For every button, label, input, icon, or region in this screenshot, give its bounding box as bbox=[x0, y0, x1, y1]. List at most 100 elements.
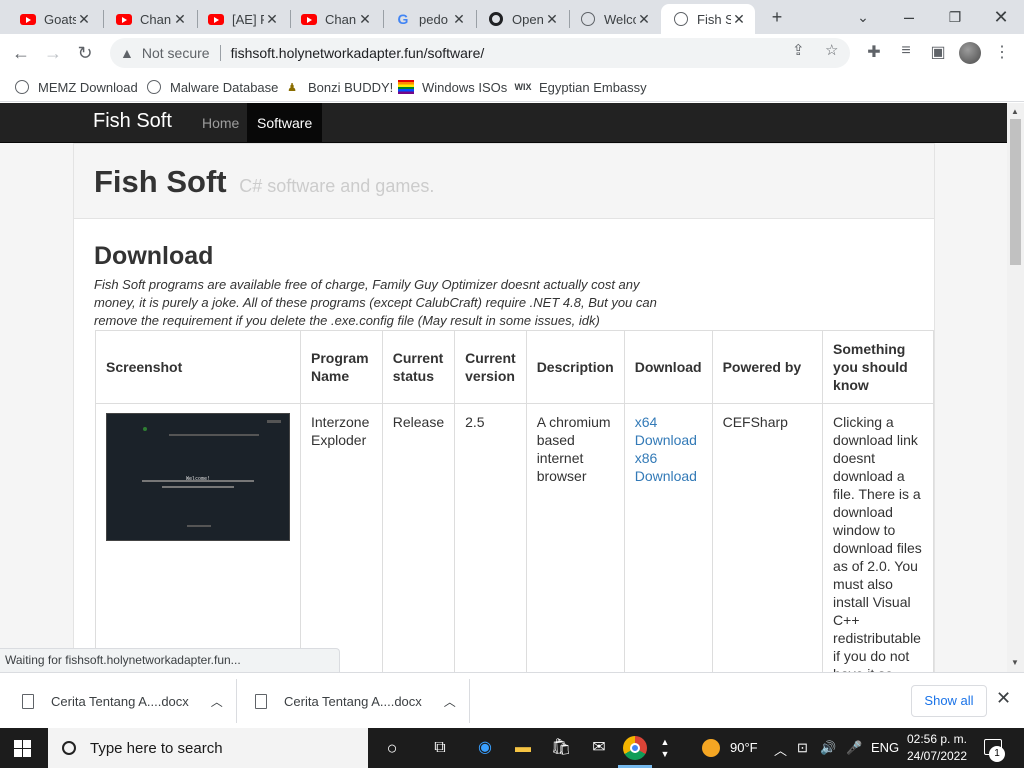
site-brand[interactable]: Fish Soft bbox=[93, 110, 172, 133]
edge-icon[interactable]: ◉ bbox=[473, 736, 497, 760]
download-item[interactable]: Cerita Tentang A....docx ︿ bbox=[22, 673, 223, 729]
restore-icon[interactable]: ❐ bbox=[941, 4, 969, 30]
browser-toolbar: ← → ↻ ▲ Not secure fishsoft.holynetworka… bbox=[0, 34, 1024, 72]
close-icon[interactable]: ✕ bbox=[172, 11, 188, 27]
chevron-up-icon[interactable]: ︿ bbox=[444, 693, 456, 710]
browser-tab[interactable]: G pedo ✕ bbox=[383, 4, 475, 34]
bookmark-item[interactable]: Windows ISOs bbox=[398, 77, 507, 97]
taskbar-clock[interactable]: 02:56 p. m. 24/07/2022 bbox=[906, 731, 968, 765]
nav-software[interactable]: Software bbox=[247, 103, 323, 143]
download-filename: Cerita Tentang A....docx bbox=[51, 693, 189, 709]
column-header: Download bbox=[623, 330, 713, 404]
bookmark-star-icon[interactable]: ☆ bbox=[825, 41, 838, 59]
scroll-down-icon[interactable]: ▼ bbox=[1011, 658, 1019, 667]
openai-icon bbox=[488, 11, 504, 27]
show-all-button[interactable]: Show all bbox=[911, 685, 987, 717]
close-icon[interactable]: ✕ bbox=[451, 11, 467, 27]
clock-date: 24/07/2022 bbox=[906, 749, 968, 763]
extensions-icon[interactable]: ✚ bbox=[863, 42, 885, 62]
table-row: Welcome! Interzone Exploder Release 2.5 … bbox=[95, 403, 934, 672]
profile-avatar[interactable] bbox=[959, 42, 981, 64]
close-icon[interactable]: ✕ bbox=[357, 11, 373, 27]
content-container: Fish Soft C# software and games. Downloa… bbox=[73, 143, 935, 672]
status-bubble: Waiting for fishsoft.holynetworkadapter.… bbox=[0, 648, 340, 672]
column-header: Screenshot bbox=[95, 330, 301, 404]
note-cell: Clicking a download link doesnt download… bbox=[822, 403, 934, 672]
tab-title: Fish S bbox=[697, 11, 731, 27]
download-item[interactable]: Cerita Tentang A....docx ︿ bbox=[255, 673, 456, 729]
menu-icon[interactable]: ⋮ bbox=[991, 42, 1013, 62]
microphone-icon[interactable]: 🎤 bbox=[846, 740, 862, 756]
task-view-icon[interactable]: ⧉ bbox=[428, 736, 452, 760]
taskbar-search[interactable]: Type here to search bbox=[48, 728, 368, 768]
file-explorer-icon[interactable]: ▬ bbox=[511, 736, 535, 760]
page-title: Fish Soft C# software and games. bbox=[94, 164, 435, 199]
browser-tab[interactable]: Chann ✕ bbox=[289, 4, 381, 34]
column-header: Current status bbox=[381, 330, 456, 404]
cortana-icon[interactable]: ○ bbox=[380, 736, 404, 760]
scroll-up-icon[interactable]: ▲ bbox=[1011, 107, 1019, 116]
weather-icon[interactable] bbox=[702, 739, 720, 757]
close-icon[interactable]: ✕ bbox=[264, 11, 280, 27]
x64-download-link[interactable]: x64 Download bbox=[635, 413, 702, 449]
browser-tab[interactable]: [AE] F ✕ bbox=[196, 4, 288, 34]
store-icon[interactable]: 🛍 bbox=[549, 736, 573, 760]
side-panel-icon[interactable]: ▣ bbox=[927, 42, 949, 62]
close-icon[interactable]: ✕ bbox=[76, 11, 92, 27]
window-close-icon[interactable]: ✕ bbox=[987, 4, 1015, 30]
page-scrollbar[interactable]: ▲ ▼ bbox=[1007, 103, 1024, 672]
close-icon[interactable]: ✕ bbox=[636, 11, 652, 27]
column-header: Current version bbox=[454, 330, 527, 404]
bookmark-item[interactable]: WIX Egyptian Embassy bbox=[515, 77, 647, 97]
show-hidden-icons[interactable]: ︿ bbox=[774, 740, 787, 759]
close-icon[interactable]: ✕ bbox=[996, 688, 1011, 709]
bookmark-item[interactable]: MEMZ Download bbox=[14, 77, 138, 97]
browser-tab[interactable]: Chann ✕ bbox=[104, 4, 196, 34]
bookmark-label: Egyptian Embassy bbox=[539, 79, 647, 95]
warning-icon: ▲ bbox=[120, 45, 134, 61]
x86-download-link[interactable]: x86 Download bbox=[635, 449, 702, 485]
bookmark-item[interactable]: Malware Database bbox=[146, 77, 278, 97]
browser-tab[interactable]: Goats ✕ bbox=[8, 4, 100, 34]
new-tab-button[interactable]: + bbox=[763, 4, 791, 30]
mail-icon[interactable]: ✉ bbox=[587, 736, 611, 760]
globe-icon bbox=[146, 79, 162, 95]
forward-icon[interactable]: → bbox=[38, 38, 68, 68]
chevron-up-icon[interactable]: ︿ bbox=[211, 693, 223, 710]
language-indicator[interactable]: ENG bbox=[871, 740, 899, 755]
share-icon[interactable]: ⇪ bbox=[792, 41, 805, 59]
browser-tab-active[interactable]: Fish S ✕ bbox=[661, 4, 755, 34]
taskbar-scroll-icon[interactable]: ▲ ▼ bbox=[653, 736, 677, 760]
table-header-row: Screenshot Program Name Current status C… bbox=[95, 330, 934, 404]
search-icon bbox=[62, 741, 76, 755]
tab-search-icon[interactable]: ⌄ bbox=[849, 4, 877, 30]
reload-icon[interactable]: ↻ bbox=[70, 38, 100, 68]
weather-temp[interactable]: 90°F bbox=[730, 740, 758, 755]
download-shelf: Cerita Tentang A....docx ︿ Cerita Tentan… bbox=[0, 672, 1024, 728]
media-control-icon[interactable]: ≡ bbox=[895, 42, 917, 60]
chrome-icon[interactable] bbox=[623, 736, 647, 760]
network-icon[interactable]: ⊡ bbox=[797, 740, 808, 756]
windows-taskbar: Type here to search ○ ⧉ ◉ ▬ 🛍 ✉ ▲ ▼ 90°F … bbox=[0, 728, 1024, 768]
version-cell: 2.5 bbox=[454, 403, 527, 672]
tab-strip: Goats ✕ Chann ✕ [AE] F ✕ Chann ✕ G pedo … bbox=[0, 0, 1024, 34]
clock-time: 02:56 p. m. bbox=[906, 732, 968, 746]
windows-start-icon[interactable] bbox=[14, 740, 31, 757]
bookmark-label: MEMZ Download bbox=[38, 79, 138, 95]
close-icon[interactable]: ✕ bbox=[544, 11, 560, 27]
browser-tab[interactable]: Open ✕ bbox=[476, 4, 568, 34]
browser-tab[interactable]: Welco ✕ bbox=[568, 4, 660, 34]
address-bar[interactable]: ▲ Not secure fishsoft.holynetworkadapter… bbox=[110, 38, 850, 68]
nav-home[interactable]: Home bbox=[192, 103, 249, 143]
back-icon[interactable]: ← bbox=[6, 38, 36, 68]
close-icon[interactable]: ✕ bbox=[731, 11, 747, 27]
page-header: Fish Soft C# software and games. bbox=[74, 144, 934, 219]
scrollbar-thumb[interactable] bbox=[1010, 119, 1021, 265]
volume-icon[interactable]: 🔊 bbox=[820, 740, 836, 756]
program-screenshot[interactable]: Welcome! bbox=[106, 413, 290, 541]
minimize-icon[interactable]: – bbox=[895, 4, 923, 30]
globe-icon bbox=[673, 11, 689, 27]
bookmark-item[interactable]: ♟ Bonzi BUDDY! bbox=[284, 77, 393, 97]
youtube-icon bbox=[116, 11, 132, 27]
url-text: fishsoft.holynetworkadapter.fun/software… bbox=[230, 45, 485, 61]
